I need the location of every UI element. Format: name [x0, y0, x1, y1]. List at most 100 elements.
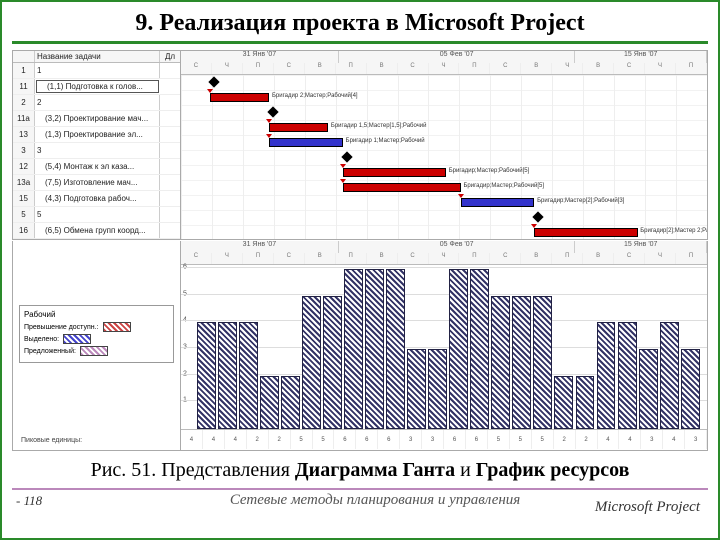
milestone-icon — [533, 211, 544, 222]
table-row[interactable]: 13a(7,5) Изготовление мач... — [13, 175, 180, 191]
day-cell: П — [243, 63, 274, 75]
legend-overalloc-label: Превышение доступн.: — [24, 324, 99, 331]
day-cell: В — [305, 253, 336, 265]
legend-overallocated: Превышение доступн.: — [24, 322, 169, 332]
row-id: 2 — [13, 95, 35, 110]
day-cell: В — [305, 63, 336, 75]
day-cell: П — [243, 253, 274, 265]
table-row[interactable]: 16(6,5) Обмена групп коорд... — [13, 223, 180, 239]
row-id: 5 — [13, 207, 35, 222]
peak-value-cell: 4 — [598, 430, 620, 449]
gantt-chart-canvas: 31 Янв '0705 Фев '0715 Янв '07 СЧПСВПВСЧ… — [181, 51, 707, 239]
milestone-icon — [268, 106, 279, 117]
task-dur — [160, 159, 180, 174]
day-cell: С — [398, 63, 429, 75]
resource-legend-panel: Рабочий Превышение доступн.: Выделено: П… — [13, 241, 181, 450]
gantt-bar[interactable] — [269, 138, 343, 147]
day-cell: С — [181, 253, 212, 265]
table-row[interactable]: 11a(3,2) Проектирование мач... — [13, 111, 180, 127]
col-id — [13, 51, 35, 62]
title-underline — [12, 41, 708, 44]
gantt-bar[interactable] — [210, 93, 269, 102]
resource-bar — [281, 376, 300, 429]
dependency-arrow-icon — [266, 134, 272, 138]
resource-bar — [407, 349, 426, 429]
gantt-bar[interactable] — [534, 228, 637, 237]
resource-bar — [681, 349, 700, 429]
bar-label: Бригадир 1,5;Мастер[1,5];Рабочий — [331, 123, 427, 129]
resource-bar — [533, 296, 552, 429]
table-row[interactable]: 11(1,1) Подготовка к голов... — [13, 79, 180, 95]
day-cell: Ч — [212, 253, 243, 265]
task-name: 1 — [35, 63, 160, 78]
peak-value-cell: 3 — [400, 430, 422, 449]
bar-label: Бригадир;Мастер;Рабочий[5] — [463, 183, 544, 189]
gantt-bar[interactable] — [343, 168, 446, 177]
month-cell: 05 Фев '07 — [339, 241, 576, 253]
legend-alloc-label: Выделено: — [24, 336, 59, 343]
day-cell: П — [336, 63, 367, 75]
resource-bar — [218, 322, 237, 429]
task-dur — [160, 143, 180, 158]
gantt-timescale: 31 Янв '0705 Фев '0715 Янв '07 СЧПСВПВСЧ… — [181, 51, 707, 75]
day-cell: П — [336, 253, 367, 265]
bar-label: Бригадир 2;Мастер;Рабочий[4] — [272, 93, 358, 99]
row-id: 1 — [13, 63, 35, 78]
table-row[interactable]: 13(1,3) Проектирование эл... — [13, 127, 180, 143]
day-cell: В — [367, 253, 398, 265]
peak-units-row: 444225566633665552244343 — [181, 429, 707, 449]
resource-bar — [554, 376, 573, 429]
resource-bar — [597, 322, 616, 429]
resource-name: Рабочий — [24, 310, 169, 319]
gantt-bar[interactable] — [461, 198, 535, 207]
peak-value-cell: 2 — [554, 430, 576, 449]
row-id: 13a — [13, 175, 35, 190]
day-cell: С — [614, 63, 645, 75]
page-number: - 118 — [12, 493, 42, 509]
peak-value-cell: 4 — [225, 430, 247, 449]
task-name: 2 — [35, 95, 160, 110]
day-cell: П — [676, 63, 707, 75]
peak-value-cell: 6 — [444, 430, 466, 449]
gantt-bar[interactable] — [269, 123, 328, 132]
row-id: 3 — [13, 143, 35, 158]
table-row[interactable]: 12(5,4) Монтаж к эл каза... — [13, 159, 180, 175]
month-cell: 15 Янв '07 — [575, 241, 707, 253]
day-cell: П — [459, 253, 490, 265]
peak-value-cell: 5 — [510, 430, 532, 449]
task-dur — [160, 223, 180, 238]
peak-value-cell: 3 — [422, 430, 444, 449]
table-row[interactable]: 22 — [13, 95, 180, 111]
peak-value-cell: 4 — [619, 430, 641, 449]
resource-bar — [386, 269, 405, 429]
gantt-bar[interactable] — [343, 183, 461, 192]
table-row[interactable]: 15(4,3) Подготовка рабоч... — [13, 191, 180, 207]
bar-label: Бригадир;Мастер[2];Рабочий[3] — [537, 198, 624, 204]
day-cell: С — [274, 63, 305, 75]
caption-prefix: Рис. 51. Представления — [91, 459, 295, 481]
day-cell: С — [274, 253, 305, 265]
caption-and: и — [455, 459, 476, 481]
table-row[interactable]: 55 — [13, 207, 180, 223]
resource-bar — [260, 376, 279, 429]
day-cell: Ч — [212, 63, 243, 75]
dependency-arrow-icon — [531, 224, 537, 228]
task-name: (6,5) Обмена групп коорд... — [35, 223, 160, 238]
month-cell: 05 Фев '07 — [339, 51, 576, 63]
day-cell: П — [552, 253, 583, 265]
alloc-swatch — [63, 334, 91, 344]
day-cell: В — [521, 63, 552, 75]
table-row[interactable]: 33 — [13, 143, 180, 159]
footer-product: Microsoft Project — [595, 499, 704, 516]
day-cell: С — [181, 63, 212, 75]
resource-graph-view: Рабочий Превышение доступн.: Выделено: П… — [12, 241, 708, 451]
peak-value-cell: 5 — [291, 430, 313, 449]
table-row[interactable]: 11 — [13, 63, 180, 79]
resource-bar — [197, 322, 216, 429]
peak-value-cell: 5 — [532, 430, 554, 449]
resource-bar — [618, 322, 637, 429]
resource-timescale: 31 Янв '0705 Фев '0715 Янв '07 СЧПСВПВСЧ… — [181, 241, 707, 265]
day-cell: С — [490, 63, 521, 75]
row-id: 15 — [13, 191, 35, 206]
dependency-arrow-icon — [340, 179, 346, 183]
